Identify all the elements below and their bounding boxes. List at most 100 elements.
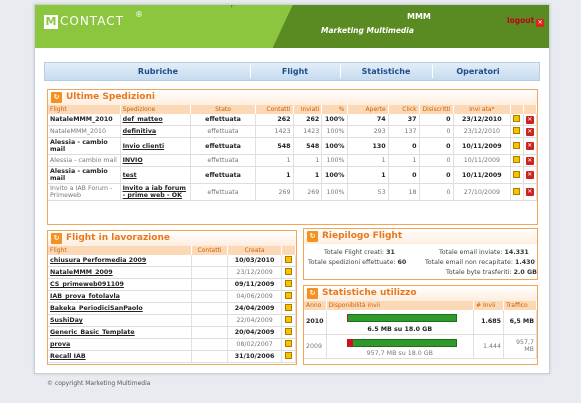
cell-spedizione: test — [120, 166, 191, 184]
logo-text: CONTACT — [60, 14, 124, 28]
edit-icon[interactable] — [284, 316, 292, 323]
edit-icon[interactable] — [284, 340, 292, 347]
col-disponibilita[interactable]: Disponibilità invii — [326, 301, 475, 310]
edit-icon[interactable] — [513, 187, 521, 195]
nav-statistiche[interactable]: Statistiche — [340, 63, 432, 80]
table-row: NataleMMM_2010 definitiva effettuata 1423 14… — [48, 125, 538, 138]
header: M CONTACT ® MMM Marketing Multimedia log… — [35, 5, 549, 48]
col-percent[interactable]: % — [321, 105, 348, 114]
cell-edit — [281, 302, 297, 315]
col-stato[interactable]: Stato — [190, 105, 257, 114]
delete-icon[interactable]: ✕ — [525, 115, 534, 124]
ultime-spedizioni-table: Flight Spedizione Stato Contatti Inviati… — [48, 105, 538, 201]
flight-link[interactable]: IAB_prova_fotolavla — [50, 293, 120, 300]
flight-link[interactable]: CS_primeweb091109 — [50, 281, 124, 288]
edit-icon[interactable] — [513, 115, 521, 122]
logout-link[interactable]: logout ✕ — [507, 16, 545, 27]
edit-icon[interactable] — [513, 127, 521, 134]
cell-flight: prova — [48, 338, 192, 351]
cell-contatti: 262 — [255, 114, 294, 126]
cell-traffico: 957,7 MB — [503, 334, 537, 359]
flight-lavorazione-heading: Flight in lavorazione — [66, 233, 170, 243]
cell-inviati: 269 — [293, 183, 323, 201]
edit-icon[interactable] — [513, 156, 521, 163]
cell-creata: 24/04/2009 — [227, 302, 282, 315]
edit-icon[interactable] — [284, 328, 292, 335]
flight-link[interactable]: Recall IAB — [50, 353, 86, 360]
col-spedizione[interactable]: Spedizione — [120, 105, 191, 114]
cell-anno: 2009 — [304, 334, 327, 359]
spedizione-link[interactable]: definitiva — [123, 128, 157, 135]
cell-edit — [281, 266, 297, 279]
col-delete — [523, 105, 538, 114]
cell-aperte: 293 — [347, 125, 389, 138]
spedizione-link[interactable]: Invito a iab forum - prime web - OK — [123, 185, 186, 199]
flight-link[interactable]: NataleMMM_2009 — [50, 269, 113, 276]
col-contatti[interactable]: Contatti — [191, 246, 229, 255]
spedizione-link[interactable]: def_matteo — [123, 116, 163, 123]
col-edit — [281, 246, 297, 255]
edit-icon[interactable] — [284, 304, 292, 311]
cell-inviata: 10/11/2009 — [453, 166, 512, 184]
cell-delete: ✕ — [523, 154, 538, 167]
nav-operatori[interactable]: Operatori — [432, 63, 524, 80]
cell-inviati: 262 — [293, 114, 323, 126]
edit-icon[interactable] — [513, 141, 521, 149]
delete-icon[interactable]: ✕ — [525, 142, 534, 150]
col-inviata[interactable]: Invi ata* — [453, 105, 512, 114]
main-nav: Rubriche Flight Statistiche Operatori — [44, 62, 540, 81]
flight-lavorazione-table: Flight Contatti Creata chiusura Performe… — [48, 246, 297, 363]
edit-icon[interactable] — [284, 280, 292, 287]
col-aperte[interactable]: Aperte — [347, 105, 389, 114]
table-row: Generic_Basic_Template 20/04/2009 — [48, 326, 297, 339]
cell-creata: 31/10/2006 — [227, 350, 282, 363]
col-contatti[interactable]: Contatti — [255, 105, 294, 114]
edit-icon[interactable] — [513, 170, 521, 178]
edit-icon[interactable] — [284, 268, 292, 275]
col-invii[interactable]: # Invii — [473, 301, 505, 310]
delete-icon[interactable]: ✕ — [525, 156, 534, 165]
table-row: Alessia - cambio mail Invio clienti effett… — [48, 137, 538, 155]
table-row: IAB_prova_fotolavla 04/06/2009 — [48, 290, 297, 303]
nav-rubriche[interactable]: Rubriche — [45, 63, 221, 80]
cell-click: 1 — [388, 154, 420, 167]
col-flight[interactable]: Flight — [48, 105, 121, 114]
spedizione-link[interactable]: test — [123, 172, 137, 179]
col-inviati[interactable]: Inviati — [293, 105, 323, 114]
cell-inviata: 23/12/2010 — [453, 114, 512, 126]
delete-icon[interactable]: ✕ — [525, 127, 534, 136]
cell-disponibilita: 6.5 MB su 18.0 GB — [326, 310, 475, 335]
cell-disiscritti: 0 — [419, 137, 454, 155]
col-creata[interactable]: Creata — [227, 246, 282, 255]
col-traffico[interactable]: Traffico — [503, 301, 537, 310]
table-row: NataleMMM_2009 23/12/2009 — [48, 266, 297, 279]
edit-icon[interactable] — [284, 292, 292, 299]
flight-link[interactable]: Generic_Basic_Template — [50, 329, 135, 336]
cell-creata: 10/03/2010 — [227, 255, 282, 267]
statistiche-table: Anno Disponibilità invii # Invii Traffic… — [304, 301, 537, 359]
col-anno[interactable]: Anno — [304, 301, 327, 310]
cell-edit — [510, 154, 524, 167]
table-row: Alessia - cambio mail test effettuata 1 1 100… — [48, 166, 538, 184]
col-flight[interactable]: Flight — [48, 246, 192, 255]
cell-creata: 22/04/2009 — [227, 314, 282, 327]
flight-link[interactable]: chiusura Performedia 2009 — [50, 257, 146, 264]
cell-aperte: 1 — [347, 154, 389, 167]
flight-link[interactable]: prova — [50, 341, 70, 348]
edit-icon[interactable] — [284, 256, 292, 263]
spedizione-link[interactable]: Invio clienti — [123, 143, 165, 150]
delete-icon[interactable]: ✕ — [525, 188, 534, 196]
edit-icon[interactable] — [284, 352, 292, 359]
logo-mark: M — [44, 15, 58, 29]
spedizione-link[interactable]: INVIO — [123, 157, 143, 164]
cell-contatti: 1 — [255, 154, 294, 167]
col-disiscritti[interactable]: Disiscritti — [419, 105, 454, 114]
nav-flight[interactable]: Flight — [250, 63, 340, 80]
table-row: prova 08/02/2007 — [48, 338, 297, 351]
usage-bar — [346, 338, 457, 347]
col-click[interactable]: Click — [388, 105, 420, 114]
flight-link[interactable]: Bakeka_PeriodiciSanPaolo — [50, 305, 143, 312]
delete-icon[interactable]: ✕ — [525, 171, 534, 179]
flight-link[interactable]: SushiDay — [50, 317, 83, 324]
cell-edit — [510, 125, 524, 138]
